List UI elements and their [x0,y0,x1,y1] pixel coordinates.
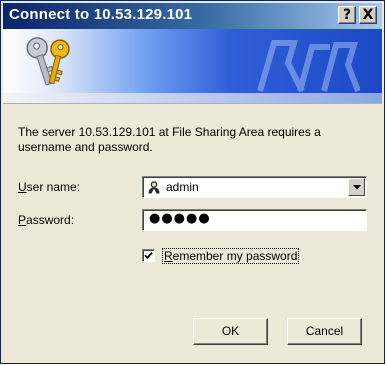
help-button[interactable]: ? [338,6,356,24]
dialog-banner [3,29,382,104]
close-button[interactable]: X [359,6,377,24]
network-watermark-icon [257,40,360,93]
username-combobox[interactable]: admin [142,176,367,198]
password-label-accesskey: P [18,213,27,227]
password-masked-value: ●●●●● [149,211,211,226]
password-label: Password: [18,213,74,227]
ok-button[interactable]: OK [193,318,268,345]
password-field[interactable]: ●●●●● [142,209,367,231]
username-value: admin [166,180,199,194]
username-label: User name: [18,180,80,194]
banner-stripe [3,93,382,103]
title-bar[interactable]: Connect to 10.53.129.101 ? X [3,3,382,29]
cancel-button[interactable]: Cancel [287,318,362,345]
remember-password-label[interactable]: Remember my password [162,248,300,264]
username-dropdown-button[interactable] [348,178,365,196]
checkmark-icon [144,252,153,260]
chevron-down-icon [353,185,361,190]
server-message: The server 10.53.129.101 at File Sharing… [18,125,321,154]
user-icon [148,181,160,194]
username-label-text: ser name: [26,180,81,194]
password-label-text: assword: [26,213,75,227]
remember-checkbox-box[interactable] [142,249,155,262]
username-label-accesskey: U [18,180,27,194]
remember-label-text: emember my password [172,249,298,263]
window-title: Connect to 10.53.129.101 [9,6,193,23]
keys-icon [26,37,70,86]
connect-dialog: Connect to 10.53.129.101 ? X The server … [0,0,385,364]
remember-label-accesskey: R [164,249,173,263]
